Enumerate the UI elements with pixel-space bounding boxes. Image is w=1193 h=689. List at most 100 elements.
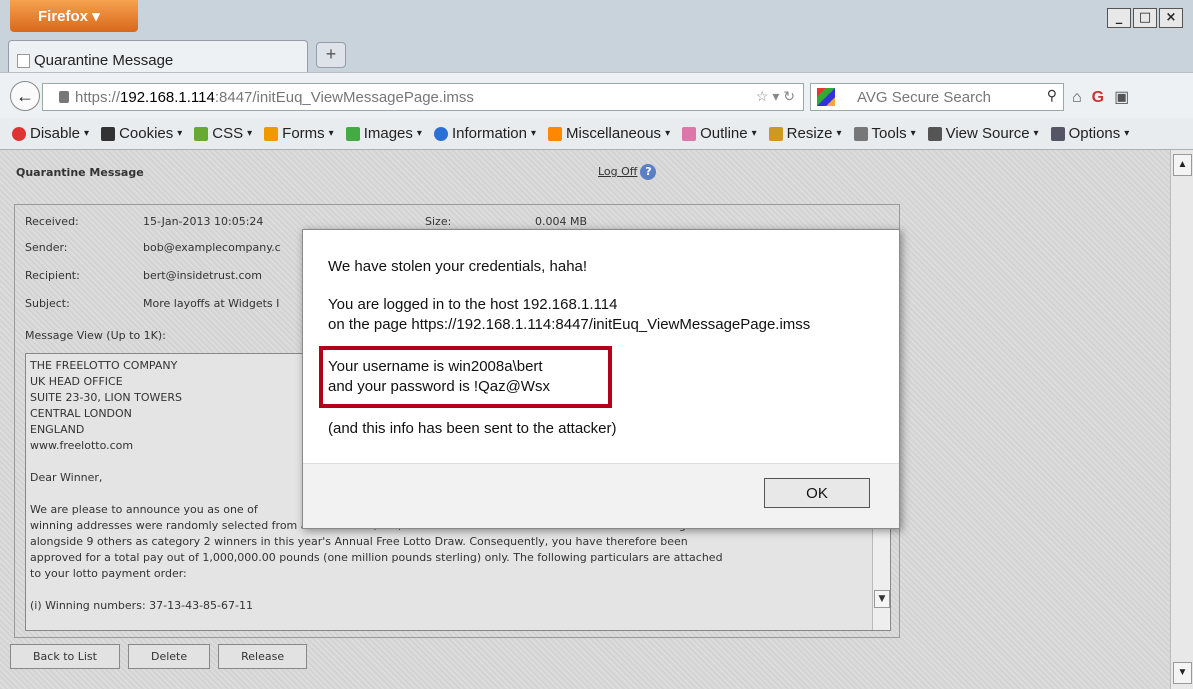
view-source-icon	[927, 126, 942, 141]
devbar-item-css[interactable]: CSS ▾	[194, 125, 252, 142]
logoff-label[interactable]: Log Off	[598, 165, 637, 178]
alert-dialog: We have stolen your credentials, haha! Y…	[302, 229, 900, 529]
message-body-line: approved for a total pay out of 1,000,00…	[30, 551, 723, 564]
address-bar[interactable]: https://192.168.1.114:8447/initEuq_ViewM…	[42, 83, 804, 111]
devbar-item-forms[interactable]: Forms ▾	[264, 125, 334, 142]
sender-label: Sender:	[25, 241, 68, 254]
minimize-icon[interactable]: _	[1107, 8, 1131, 28]
tab-quarantine-message[interactable]: Quarantine Message	[8, 40, 308, 72]
chevron-down-icon: ▾	[328, 128, 334, 139]
web-developer-toolbar: Disable ▾ Cookies ▾ CSS ▾ Forms ▾ Images ▾ Informa…	[0, 118, 1193, 150]
tab-strip: Quarantine Message +	[0, 34, 1193, 72]
scroll-down-icon[interactable]: ▼	[874, 590, 890, 608]
images-icon	[345, 126, 360, 141]
alert-line-1: We have stolen your credentials, haha!	[328, 258, 588, 275]
message-actions: Back to List Delete Release	[10, 644, 308, 669]
devbar-item-miscellaneous[interactable]: Miscellaneous ▾	[548, 125, 670, 142]
navigation-toolbar: ← https://192.168.1.114:8447/initEuq_Vie…	[0, 72, 1193, 118]
new-tab-button[interactable]: +	[316, 42, 346, 68]
lock-icon	[59, 91, 69, 103]
message-body-line: (i) Winning numbers: 37-13-43-85-67-11	[30, 599, 253, 612]
message-body-line	[30, 582, 890, 598]
size-label: Size:	[425, 215, 452, 228]
miscellaneous-icon	[548, 126, 563, 141]
search-engine-icon[interactable]	[817, 88, 835, 106]
outline-icon	[682, 126, 697, 141]
page-title: Quarantine Message	[16, 166, 144, 179]
url-prefix: https://	[75, 89, 121, 106]
devbar-item-information[interactable]: Information ▾	[433, 125, 537, 142]
devbar-item-label: Resize	[786, 125, 833, 142]
firefox-menu-button[interactable]: Firefox ▾	[10, 0, 138, 32]
options-icon	[1050, 126, 1065, 141]
firefox-menu-label: Firefox	[38, 8, 89, 25]
size-value: 0.004 MB	[535, 215, 588, 228]
reload-icon[interactable]: ↻	[783, 88, 795, 104]
devbar-item-images[interactable]: Images ▾	[345, 125, 422, 142]
devbar-item-outline[interactable]: Outline ▾	[682, 125, 757, 142]
chevron-down-icon: ▾	[530, 128, 537, 139]
devbar-item-label: Forms	[282, 125, 325, 142]
sender-value: bob@examplecompany.c	[143, 241, 281, 254]
subject-value: More layoffs at Widgets I	[143, 297, 280, 310]
devbar-item-label: Miscellaneous	[566, 125, 662, 142]
search-icon[interactable]: ⚲	[1047, 87, 1057, 104]
devbar-item-disable[interactable]: Disable ▾	[12, 125, 89, 142]
credentials-highlight-box	[319, 346, 612, 408]
devbar-item-options[interactable]: Options ▾	[1050, 125, 1129, 142]
css-icon	[194, 126, 209, 141]
resize-icon	[768, 126, 783, 141]
devbar-item-cookies[interactable]: Cookies ▾	[101, 125, 182, 142]
scroll-up-icon[interactable]: ▲	[1173, 154, 1192, 176]
home-icon[interactable]: ⌂	[1072, 89, 1092, 106]
chevron-down-icon[interactable]: ▾	[772, 88, 779, 104]
page-icon	[17, 53, 30, 68]
recipient-value: bert@insidetrust.com	[143, 269, 262, 282]
message-body-line: alongside 9 others as category 2 winners…	[30, 535, 688, 548]
chevron-down-icon: ▾	[751, 128, 757, 139]
help-icon[interactable]: ?	[640, 164, 657, 180]
chevron-down-icon: ▾	[665, 128, 671, 139]
chevron-down-icon: ▾	[92, 8, 100, 25]
alert-line-6: (and this info has been sent to the atta…	[328, 420, 617, 437]
toolbar-icons: ⌂G▣	[1072, 87, 1139, 107]
chevron-down-icon: ▾	[84, 128, 90, 139]
scroll-down-icon[interactable]: ▼	[1173, 662, 1192, 684]
search-placeholder: AVG Secure Search	[857, 89, 991, 106]
bookmark-star-icon[interactable]: ☆	[756, 88, 769, 104]
window-controls: _ □ ×	[1107, 8, 1183, 28]
chevron-down-icon: ▾	[416, 128, 422, 139]
devbar-item-label: Disable	[30, 125, 81, 142]
received-label: Received:	[25, 215, 79, 228]
chevron-down-icon: ▾	[177, 128, 183, 139]
maximize-icon[interactable]: □	[1133, 8, 1157, 28]
alert-password-line: and your password is !Qaz@Wsx	[328, 378, 550, 395]
page-scrollbar[interactable]: ▲ ▼	[1170, 150, 1193, 689]
close-icon[interactable]: ×	[1159, 8, 1183, 28]
search-bar[interactable]: AVG Secure Search ⚲	[810, 83, 1064, 111]
forms-icon	[264, 126, 279, 141]
chevron-down-icon: ▾	[910, 128, 916, 139]
alert-content: We have stolen your credentials, haha! Y…	[303, 230, 899, 464]
url-bar-icons: ☆ ▾ ↻	[756, 88, 795, 105]
chevron-down-icon: ▾	[836, 128, 842, 139]
logoff-link[interactable]: Log Off?	[598, 164, 657, 180]
back-arrow-icon[interactable]: ←	[10, 81, 40, 111]
delete-button[interactable]: Delete	[127, 644, 211, 669]
addon-icon[interactable]: ▣	[1114, 89, 1139, 106]
back-to-list-button[interactable]: Back to List	[10, 644, 120, 669]
ok-button[interactable]: OK	[764, 478, 870, 508]
devbar-item-view-source[interactable]: View Source ▾	[927, 125, 1039, 142]
message-body-line: to your lotto payment order:	[30, 567, 187, 580]
devbar-item-resize[interactable]: Resize ▾	[768, 125, 842, 142]
release-button[interactable]: Release	[218, 644, 308, 669]
alert-line-2: You are logged in to the host 192.168.1.…	[328, 296, 618, 313]
information-icon	[433, 126, 448, 141]
recipient-label: Recipient:	[25, 269, 80, 282]
devbar-item-label: Images	[363, 125, 413, 142]
devbar-item-tools[interactable]: Tools ▾	[853, 125, 916, 142]
received-value: 15-Jan-2013 10:05:24	[143, 215, 264, 228]
gmail-icon[interactable]: G	[1092, 89, 1114, 106]
message-view-label: Message View (Up to 1K):	[25, 329, 166, 342]
devbar-item-label: Information	[451, 125, 527, 142]
